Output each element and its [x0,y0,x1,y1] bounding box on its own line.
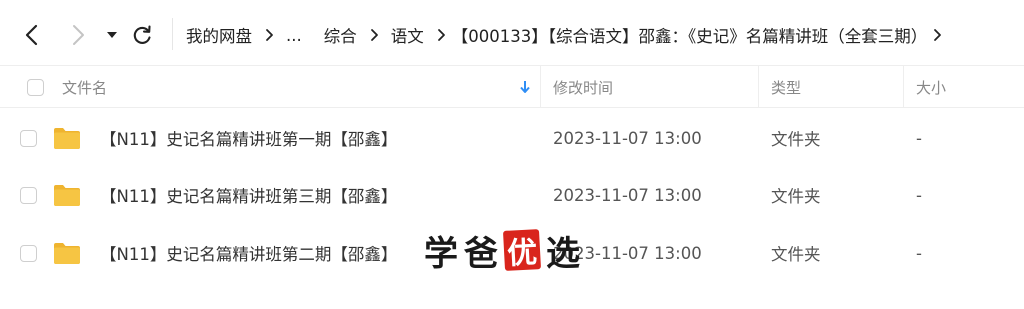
column-header-name[interactable]: 文件名 [62,66,107,108]
chevron-right-icon [73,25,84,45]
row-checkbox[interactable] [20,186,37,204]
history-dropdown-button[interactable] [98,21,126,49]
column-header-modified[interactable]: 修改时间 [553,66,613,108]
file-name[interactable]: 【N11】史记名篇精讲班第一期【邵鑫】 [100,109,397,167]
refresh-icon [133,25,151,44]
file-row[interactable]: 【N11】史记名篇精讲班第三期【邵鑫】 2023-11-07 13:00 文件夹… [0,166,1024,224]
row-checkbox[interactable] [20,244,37,262]
row-checkbox-cell [20,109,37,167]
watermark-logo: 学 爸 优 选 [424,227,580,274]
caret-down-icon [107,32,117,38]
file-name[interactable]: 【N11】史记名篇精讲班第二期【邵鑫】 [100,224,397,282]
toolbar-divider [172,18,173,50]
chevron-right-icon [437,28,446,42]
row-checkbox[interactable] [20,129,37,147]
chevron-left-icon [25,24,38,46]
folder-icon [53,109,81,167]
folder-icon [53,224,81,282]
file-type: 文件夹 [771,245,821,264]
chevron-right-icon [933,28,942,42]
watermark-char: 选 [546,233,580,274]
column-divider[interactable] [540,66,541,108]
row-checkbox-cell [20,166,37,224]
file-size: - [916,128,922,148]
toolbar: 我的网盘 ... 综合 语文 【000133】【综合语文】邵鑫：《史记》名篇精讲… [0,0,1024,66]
column-divider[interactable] [903,66,904,108]
column-divider[interactable] [758,66,759,108]
file-type: 文件夹 [771,187,821,206]
watermark-char: 学 [424,233,458,274]
watermark-seal: 优 [502,229,542,272]
folder-icon [53,166,81,224]
refresh-button[interactable] [128,21,156,49]
select-all-cell [27,66,44,108]
breadcrumb-item-root[interactable]: 我的网盘 [186,23,252,47]
file-type: 文件夹 [771,130,821,149]
back-button[interactable] [18,21,46,49]
chevron-right-icon [265,28,274,42]
breadcrumb-item-ellipsis[interactable]: ... [286,26,302,45]
file-name[interactable]: 【N11】史记名篇精讲班第三期【邵鑫】 [100,166,397,224]
watermark-char: 爸 [464,233,498,274]
sort-arrow-icon[interactable] [519,66,531,108]
column-header-size[interactable]: 大小 [916,66,946,108]
file-modified: 2023-11-07 13:00 [553,128,702,148]
breadcrumb-item-chinese[interactable]: 语文 [391,23,424,47]
file-size: - [916,185,922,205]
chevron-right-icon [370,28,379,42]
breadcrumb: 我的网盘 ... 综合 语文 【000133】【综合语文】邵鑫：《史记》名篇精讲… [186,22,954,48]
file-list-header: 文件名 修改时间 类型 大小 [0,66,1024,108]
forward-button[interactable] [64,21,92,49]
select-all-checkbox[interactable] [27,78,44,96]
file-modified: 2023-11-07 13:00 [553,185,702,205]
column-header-type[interactable]: 类型 [771,66,801,108]
breadcrumb-item-general[interactable]: 综合 [324,23,357,47]
breadcrumb-item-current[interactable]: 【000133】【综合语文】邵鑫：《史记》名篇精讲班（全套三期） [452,23,928,47]
row-checkbox-cell [20,224,37,282]
file-size: - [916,243,922,263]
file-row[interactable]: 【N11】史记名篇精讲班第一期【邵鑫】 2023-11-07 13:00 文件夹… [0,109,1024,167]
